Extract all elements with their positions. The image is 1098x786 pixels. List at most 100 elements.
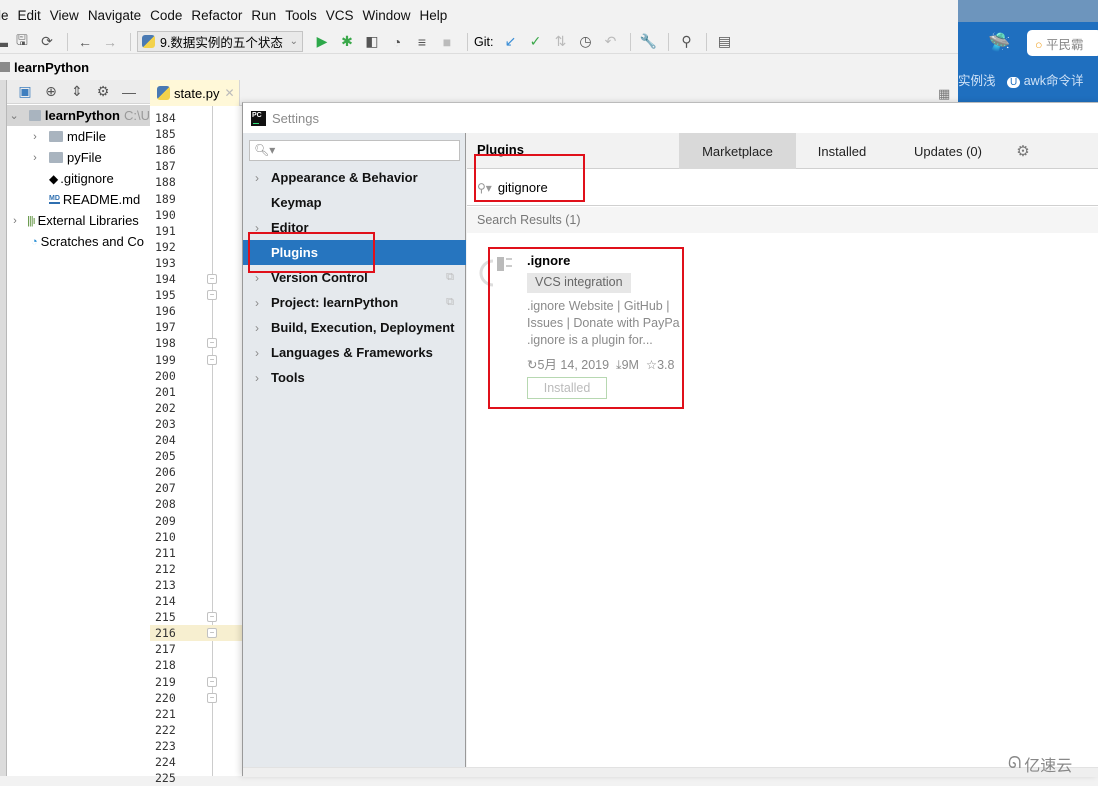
close-icon[interactable]: ✕	[225, 86, 235, 100]
fold-marker-icon[interactable]: −	[207, 338, 217, 349]
project-view-icon[interactable]: ▣	[15, 82, 35, 102]
chevron-right-icon[interactable]: ›	[29, 131, 41, 143]
star-icon: ☆	[645, 358, 658, 372]
search-icon: ○	[1035, 38, 1043, 52]
chevron-right-icon: ›	[255, 170, 259, 185]
tree-item[interactable]: › pyFile	[7, 147, 102, 168]
search-icon[interactable]: ⚲	[675, 32, 697, 52]
terminal-icon[interactable]: ▤	[713, 32, 735, 52]
plugin-search-value: gitignore	[497, 180, 548, 195]
browser-top-band	[958, 0, 1098, 22]
line-number: 186	[155, 143, 176, 158]
plugins-title: Plugins	[477, 142, 524, 157]
settings-nav-item[interactable]: › Appearance & Behavior	[243, 165, 466, 190]
debug-icon[interactable]: ✱	[336, 32, 358, 52]
collapse-all-icon[interactable]: ⇕	[67, 82, 87, 102]
tool-window-stripe[interactable]	[0, 80, 7, 776]
settings-nav-item[interactable]: › Project: learnPython ⧉	[243, 290, 466, 315]
fold-marker-icon[interactable]: −	[207, 354, 217, 365]
tab-state-py[interactable]: state.py ✕	[150, 80, 240, 106]
minimize-icon[interactable]: —	[119, 82, 139, 102]
sync-icon[interactable]: ⟳	[36, 32, 58, 52]
git-update-icon[interactable]: ↙	[499, 32, 521, 52]
chevron-right-icon[interactable]: ›	[29, 152, 41, 164]
run-icon[interactable]: ▶	[311, 32, 333, 52]
chevron-right-icon[interactable]: ›	[9, 215, 21, 227]
menu-edit[interactable]: Edit	[18, 8, 41, 23]
plugin-name[interactable]: .ignore	[527, 253, 570, 268]
menu-navigate[interactable]: Navigate	[88, 8, 141, 23]
gear-icon[interactable]: ⚙	[1008, 133, 1038, 169]
gear-icon[interactable]: ⚙	[93, 82, 113, 102]
settings-nav-item[interactable]: › Editor	[243, 215, 466, 240]
settings-nav-label: Plugins	[271, 245, 318, 260]
plugin-search-input[interactable]: ⚲▾ gitignore	[467, 170, 1098, 206]
tab-marketplace[interactable]: Marketplace	[679, 133, 796, 169]
git-commit-icon[interactable]: ✓	[524, 32, 546, 52]
project-breadcrumb[interactable]: learnPython	[14, 60, 89, 75]
description-line: Issues | Donate with PayPa	[527, 316, 680, 330]
profile-icon[interactable]: ◔	[386, 32, 408, 52]
line-number: 202	[155, 400, 176, 415]
bookmark-icon: U	[1007, 77, 1021, 88]
wrench-icon[interactable]: 🔧	[637, 32, 659, 52]
settings-nav-item[interactable]: › Languages & Frameworks	[243, 340, 466, 365]
menu-tools[interactable]: Tools	[285, 8, 317, 23]
line-number: 206	[155, 465, 176, 480]
fold-marker-icon[interactable]: −	[207, 290, 217, 301]
menu-help[interactable]: Help	[419, 8, 447, 23]
bookmark-link[interactable]: 实例浅	[958, 74, 996, 88]
menu-file[interactable]: le	[0, 8, 9, 23]
tab-updates[interactable]: Updates (0)	[888, 133, 1008, 169]
locate-icon[interactable]: ⊕	[41, 82, 61, 102]
tree-item-label: mdFile	[67, 129, 107, 144]
forward-icon[interactable]: →	[99, 32, 121, 52]
chevron-down-icon[interactable]: ⌄	[9, 109, 19, 122]
settings-nav-item[interactable]: › Build, Execution, Deployment	[243, 315, 466, 340]
menu-window[interactable]: Window	[362, 8, 410, 23]
settings-nav-item[interactable]: Keymap	[243, 190, 466, 215]
save-icon[interactable]: 🖫	[11, 32, 33, 52]
settings-nav-item[interactable]: Plugins	[243, 240, 466, 265]
menu-view[interactable]: View	[50, 8, 79, 23]
tab-installed[interactable]: Installed	[796, 133, 888, 169]
settings-search-input[interactable]: 🔍︎▾	[249, 140, 460, 161]
menu-refactor[interactable]: Refactor	[191, 8, 242, 23]
fold-marker-icon[interactable]: −	[207, 274, 217, 284]
concurrency-icon[interactable]: ≡	[411, 32, 433, 52]
line-number: 194	[155, 272, 176, 286]
settings-nav-item[interactable]: › Version Control ⧉	[243, 265, 466, 290]
tree-item[interactable]: › mdFile	[7, 126, 106, 147]
browser-search-box[interactable]: ○ 平民霸	[1027, 30, 1098, 56]
tree-item[interactable]: ◆ .gitignore	[7, 168, 114, 189]
stop-icon[interactable]: ■	[436, 32, 458, 52]
run-configuration-select[interactable]: 9.数据实例的五个状态 ⌄	[137, 31, 303, 52]
fold-marker-icon[interactable]: −	[207, 612, 217, 623]
fold-marker-icon[interactable]: −	[207, 692, 217, 703]
installed-button[interactable]: Installed	[527, 377, 607, 399]
tree-item[interactable]: MD README.md	[7, 189, 140, 210]
tree-root[interactable]: ⌄ learnPython C:\U	[7, 105, 150, 126]
git-rollback-icon[interactable]: ↶	[599, 32, 621, 52]
menu-vcs[interactable]: VCS	[326, 8, 354, 23]
line-number: 198	[155, 336, 176, 351]
git-compare-icon[interactable]: ⇅	[549, 32, 571, 52]
bookmark-link[interactable]: awk命令详	[1024, 74, 1084, 88]
plugin-card[interactable]: .ignore VCS integration .ignore Website …	[479, 253, 691, 403]
description-line: .ignore Website | GitHub |	[527, 299, 670, 313]
tree-item[interactable]: ◔ Scratches and Co	[7, 231, 144, 252]
fold-marker-icon[interactable]: −	[207, 628, 217, 639]
fold-marker-icon[interactable]: −	[207, 676, 217, 687]
open-icon[interactable]: ▬	[0, 32, 8, 52]
plugin-downloads: 9M	[621, 358, 639, 372]
tree-item[interactable]: › |||ı External Libraries	[7, 210, 139, 231]
git-history-icon[interactable]: ◷	[574, 32, 596, 52]
plugin-date: 5月 14, 2019	[537, 358, 610, 372]
editor-menu-icon[interactable]: ▦	[938, 86, 958, 102]
coverage-icon[interactable]: ◧	[361, 32, 383, 52]
settings-nav-item[interactable]: › Tools	[243, 365, 466, 390]
browser-search-text: 平民霸	[1046, 38, 1084, 52]
menu-run[interactable]: Run	[251, 8, 276, 23]
menu-code[interactable]: Code	[150, 8, 182, 23]
back-icon[interactable]: ←	[74, 32, 96, 52]
